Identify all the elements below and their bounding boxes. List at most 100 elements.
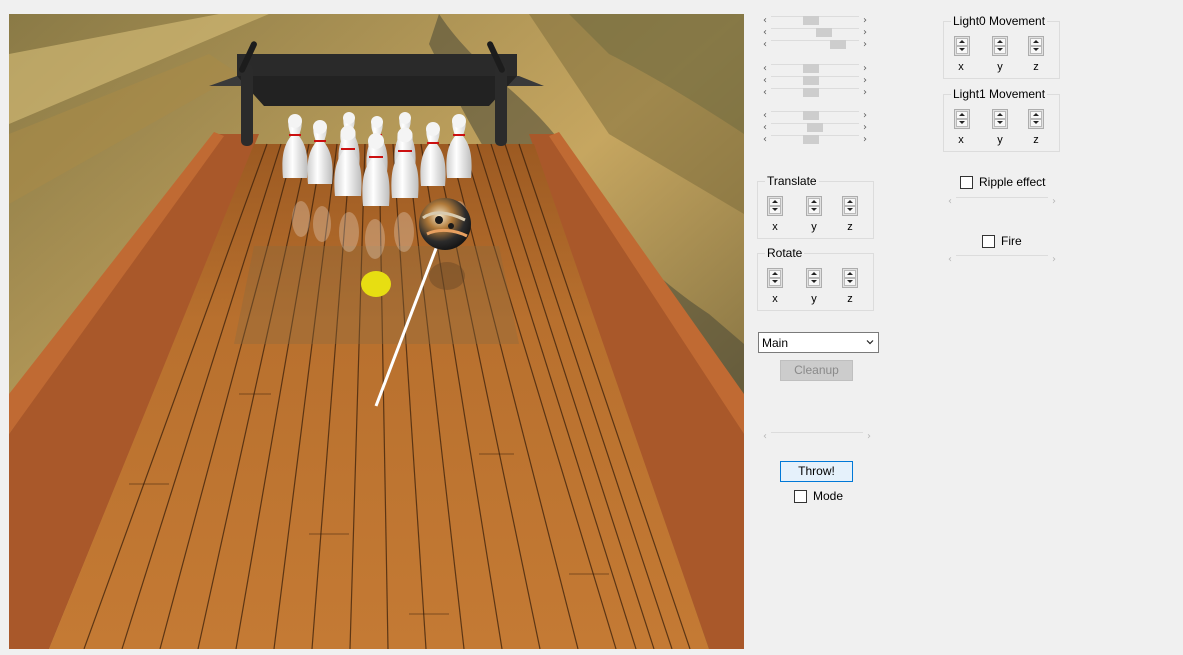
spin-down-icon[interactable]: [956, 46, 968, 54]
rotate-z-spinner[interactable]: [842, 268, 858, 288]
slider-thumb[interactable]: [803, 76, 819, 85]
light0-y-spinner[interactable]: [992, 36, 1008, 56]
light0-group-title: Light0 Movement: [951, 14, 1048, 28]
spin-up-icon[interactable]: [844, 198, 856, 206]
cleanup-button[interactable]: Cleanup: [780, 360, 853, 381]
scroll-right-icon[interactable]: ›: [859, 15, 871, 27]
scroll-left-icon[interactable]: ‹: [944, 254, 956, 266]
camera-slider-9[interactable]: ‹ ›: [759, 134, 871, 146]
pinsetter-top: [237, 54, 517, 76]
light1-z-spinner[interactable]: [1028, 109, 1044, 129]
light0-x-spinner[interactable]: [954, 36, 970, 56]
scroll-right-icon[interactable]: ›: [859, 122, 871, 134]
scene-select[interactable]: Main: [758, 332, 879, 353]
spin-up-icon[interactable]: [1030, 111, 1042, 119]
camera-slider-5[interactable]: ‹ ›: [759, 75, 871, 87]
spin-up-icon[interactable]: [994, 111, 1006, 119]
spin-down-icon[interactable]: [1030, 119, 1042, 127]
scroll-right-icon[interactable]: ›: [859, 63, 871, 75]
throw-button[interactable]: Throw!: [780, 461, 853, 482]
light1-x-label: x: [958, 134, 964, 146]
spin-down-icon[interactable]: [844, 278, 856, 286]
scroll-right-icon[interactable]: ›: [859, 39, 871, 51]
scroll-left-icon[interactable]: ‹: [944, 196, 956, 208]
fire-slider[interactable]: ‹ ›: [944, 254, 1060, 266]
translate-x-label: x: [772, 221, 778, 233]
slider-thumb[interactable]: [803, 16, 819, 25]
scroll-right-icon[interactable]: ›: [859, 87, 871, 99]
spin-down-icon[interactable]: [769, 206, 781, 214]
fire-label: Fire: [1001, 234, 1022, 248]
scroll-left-icon[interactable]: ‹: [759, 431, 771, 443]
spin-up-icon[interactable]: [769, 270, 781, 278]
light1-group-title: Light1 Movement: [951, 87, 1048, 101]
light0-z-spinner[interactable]: [1028, 36, 1044, 56]
spin-down-icon[interactable]: [956, 119, 968, 127]
spin-down-icon[interactable]: [769, 278, 781, 286]
ripple-effect-checkbox[interactable]: [960, 176, 973, 189]
camera-slider-8[interactable]: ‹ ›: [759, 122, 871, 134]
scroll-left-icon[interactable]: ‹: [759, 75, 771, 87]
rotate-y-spinner[interactable]: [806, 268, 822, 288]
power-slider[interactable]: ‹ ›: [759, 431, 875, 443]
scroll-right-icon[interactable]: ›: [859, 134, 871, 146]
slider-thumb[interactable]: [803, 64, 819, 73]
spin-down-icon[interactable]: [808, 206, 820, 214]
slider-thumb[interactable]: [830, 40, 846, 49]
slider-thumb[interactable]: [803, 135, 819, 144]
camera-slider-2[interactable]: ‹ ›: [759, 27, 871, 39]
scene-select-value: Main: [762, 336, 789, 350]
spin-up-icon[interactable]: [1030, 38, 1042, 46]
rotate-x-spinner[interactable]: [767, 268, 783, 288]
camera-slider-3[interactable]: ‹ ›: [759, 39, 871, 51]
scroll-right-icon[interactable]: ›: [1048, 196, 1060, 208]
mode-checkbox-label: Mode: [813, 489, 844, 503]
scroll-left-icon[interactable]: ‹: [759, 63, 771, 75]
mode-checkbox[interactable]: [794, 490, 807, 503]
translate-y-spinner[interactable]: [806, 196, 822, 216]
scroll-left-icon[interactable]: ‹: [759, 39, 771, 51]
spin-up-icon[interactable]: [769, 198, 781, 206]
scroll-right-icon[interactable]: ›: [859, 75, 871, 87]
light1-x-spinner[interactable]: [954, 109, 970, 129]
scroll-left-icon[interactable]: ‹: [759, 27, 771, 39]
spin-up-icon[interactable]: [956, 38, 968, 46]
spin-up-icon[interactable]: [844, 270, 856, 278]
camera-slider-7[interactable]: ‹ ›: [759, 110, 871, 122]
scroll-right-icon[interactable]: ›: [1048, 254, 1060, 266]
bowling-lane-3d-view[interactable]: [9, 14, 744, 649]
spin-up-icon[interactable]: [808, 198, 820, 206]
scroll-left-icon[interactable]: ‹: [759, 122, 771, 134]
spin-down-icon[interactable]: [844, 206, 856, 214]
translate-group-title: Translate: [765, 174, 819, 188]
translate-z-spinner[interactable]: [842, 196, 858, 216]
spin-up-icon[interactable]: [994, 38, 1006, 46]
camera-slider-6[interactable]: ‹ ›: [759, 87, 871, 99]
ripple-effect-label: Ripple effect: [979, 175, 1046, 189]
light0-z-label: z: [1033, 61, 1039, 73]
light1-y-label: y: [997, 134, 1003, 146]
slider-thumb[interactable]: [807, 123, 823, 132]
camera-slider-1[interactable]: ‹ ›: [759, 15, 871, 27]
fire-checkbox[interactable]: [982, 235, 995, 248]
spin-down-icon[interactable]: [808, 278, 820, 286]
spin-down-icon[interactable]: [1030, 46, 1042, 54]
spin-up-icon[interactable]: [956, 111, 968, 119]
translate-x-spinner[interactable]: [767, 196, 783, 216]
light1-y-spinner[interactable]: [992, 109, 1008, 129]
spin-up-icon[interactable]: [808, 270, 820, 278]
scroll-left-icon[interactable]: ‹: [759, 87, 771, 99]
scroll-left-icon[interactable]: ‹: [759, 134, 771, 146]
scroll-left-icon[interactable]: ‹: [759, 15, 771, 27]
slider-thumb[interactable]: [816, 28, 832, 37]
ripple-slider[interactable]: ‹ ›: [944, 196, 1060, 208]
camera-slider-4[interactable]: ‹ ›: [759, 63, 871, 75]
scroll-left-icon[interactable]: ‹: [759, 110, 771, 122]
scroll-right-icon[interactable]: ›: [859, 110, 871, 122]
spin-down-icon[interactable]: [994, 46, 1006, 54]
slider-thumb[interactable]: [803, 111, 819, 120]
spin-down-icon[interactable]: [994, 119, 1006, 127]
scroll-right-icon[interactable]: ›: [859, 27, 871, 39]
scroll-right-icon[interactable]: ›: [863, 431, 875, 443]
slider-thumb[interactable]: [803, 88, 819, 97]
